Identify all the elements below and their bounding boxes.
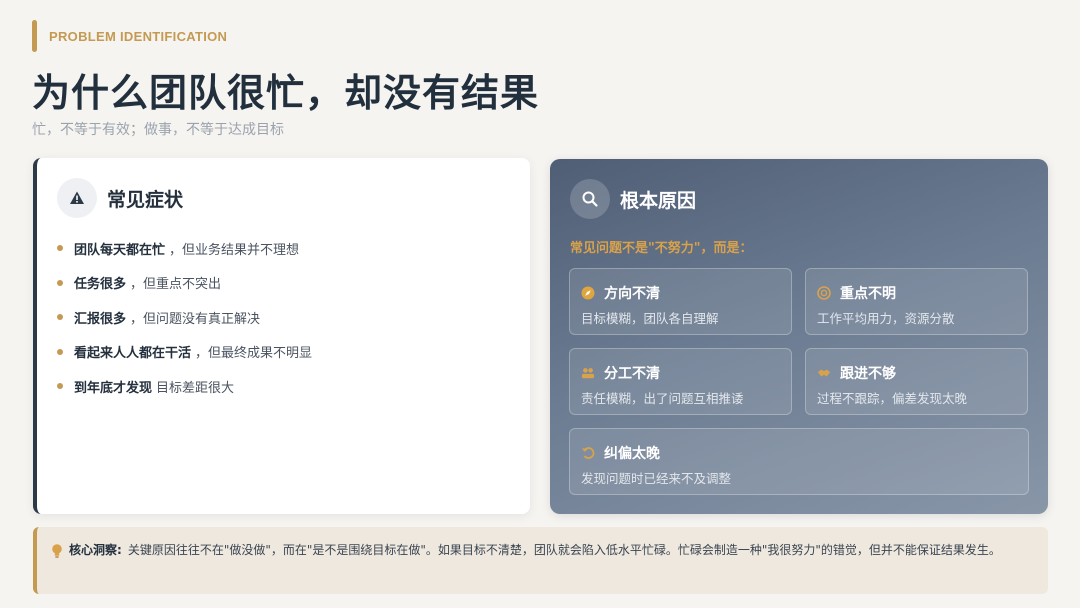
cause-card-followup: 跟进不够 过程不跟踪，偏差发现太晚 (805, 348, 1028, 415)
symptom-rest: ，但问题没有真正解决 (130, 311, 261, 327)
eyebrow: PROBLEM IDENTIFICATION (32, 20, 227, 52)
cause-card-division: 分工不清 责任模糊，出了问题互相推诿 (569, 348, 792, 415)
cause-header: 跟进不够 (817, 363, 896, 383)
cause-desc: 发现问题时已经来不及调整 (581, 471, 732, 486)
bullet-icon (57, 314, 63, 320)
cause-header: 方向不清 (581, 283, 660, 303)
undo-icon (581, 446, 595, 460)
bullet-icon (57, 383, 63, 389)
causes-card-title: 根本原因 (620, 189, 697, 212)
users-icon (581, 366, 595, 380)
cause-title: 跟进不够 (840, 366, 896, 382)
symptom-strong: 汇报很多 (74, 311, 127, 327)
symptoms-card-header: 常见症状 (57, 178, 183, 218)
list-item: 看起来人人都在干活 ，但最终成果不明显 (57, 342, 312, 362)
symptom-rest: ，但重点不突出 (130, 277, 222, 292)
cause-card-focus: 重点不明 工作平均用力，资源分散 (805, 268, 1028, 335)
bullet-icon (57, 279, 63, 286)
cause-title: 重点不明 (840, 286, 896, 302)
cause-desc: 工作平均用力，资源分散 (817, 311, 955, 326)
cause-header: 重点不明 (817, 283, 896, 303)
symptom-strong: 看起来人人都在干活 (74, 346, 192, 361)
cause-title: 方向不清 (604, 286, 660, 302)
causes-subtitle: 常见问题不是"不努力"，而是： (570, 241, 753, 256)
cause-desc: 过程不跟踪，偏差发现太晚 (817, 391, 968, 406)
insight-text-block: 核心洞察: 关键原因往往不在"做没做"，而在"是不是围绕目标在做"。如果目标不清楚… (69, 540, 1039, 561)
lightbulb-icon (51, 543, 63, 563)
handshake-icon (817, 366, 831, 380)
page-title: 为什么团队很忙，却没有结果 (32, 71, 540, 115)
insight-label: 核心洞察: (69, 543, 122, 557)
cause-header: 分工不清 (581, 363, 660, 383)
eyebrow-label: PROBLEM IDENTIFICATION (49, 28, 228, 44)
cause-header: 纠偏太晚 (581, 443, 660, 463)
cause-desc: 责任模糊，出了问题互相推诿 (581, 391, 744, 406)
cause-card-correction: 纠偏太晚 发现问题时已经来不及调整 (569, 428, 1029, 495)
symptom-strong: 任务很多 (74, 277, 127, 292)
bullet-icon (57, 245, 63, 251)
cause-title: 分工不清 (604, 366, 660, 382)
causes-card-header: 根本原因 (570, 179, 696, 219)
list-item: 任务很多 ，但重点不突出 (57, 273, 312, 293)
eyebrow-accent-bar (32, 20, 37, 52)
search-icon (570, 179, 610, 219)
symptom-rest: 目标差距很大 (156, 380, 235, 396)
symptom-rest: ，但业务结果并不理想 (169, 242, 300, 258)
cause-desc: 目标模糊，团队各自理解 (581, 311, 719, 326)
symptom-strong: 到年底才发现 (74, 380, 153, 396)
symptoms-card: 常见症状 团队每天都在忙 ，但业务结果并不理想 任务很多 ，但重点不突出 汇报很多，… (33, 158, 530, 514)
symptom-rest: ，但最终成果不明显 (195, 346, 313, 361)
symptom-strong: 团队每天都在忙 (74, 242, 166, 258)
cause-title: 纠偏太晚 (604, 446, 660, 462)
list-item: 汇报很多 ，但问题没有真正解决 (57, 307, 312, 327)
page-subtitle: 忙，不等于有效；做事，不等于达成目标 (32, 122, 284, 138)
cause-card-direction: 方向不清 目标模糊，团队各自理解 (569, 268, 792, 335)
compass-icon (581, 286, 595, 300)
warning-icon (57, 178, 97, 218)
symptoms-card-title: 常见症状 (107, 188, 184, 211)
causes-card: 根本原因 常见问题不是"不努力"，而是： 方向不清 目标模糊，团队各自理解 重点… (550, 159, 1048, 514)
list-item: 到年底才发现 目标差距很大 (57, 376, 312, 396)
insight-body: 关键原因往往不在"做没做"，而在"是不是围绕目标在做"。如果目标不清楚，团队就会… (127, 543, 1001, 557)
insight-callout: 核心洞察: 关键原因往往不在"做没做"，而在"是不是围绕目标在做"。如果目标不清楚… (33, 527, 1048, 594)
target-icon (817, 286, 831, 300)
symptoms-list: 团队每天都在忙 ，但业务结果并不理想 任务很多 ，但重点不突出 汇报很多 ，但问题没有… (57, 238, 312, 411)
bullet-icon (57, 348, 63, 355)
list-item: 团队每天都在忙 ，但业务结果并不理想 (57, 238, 312, 258)
